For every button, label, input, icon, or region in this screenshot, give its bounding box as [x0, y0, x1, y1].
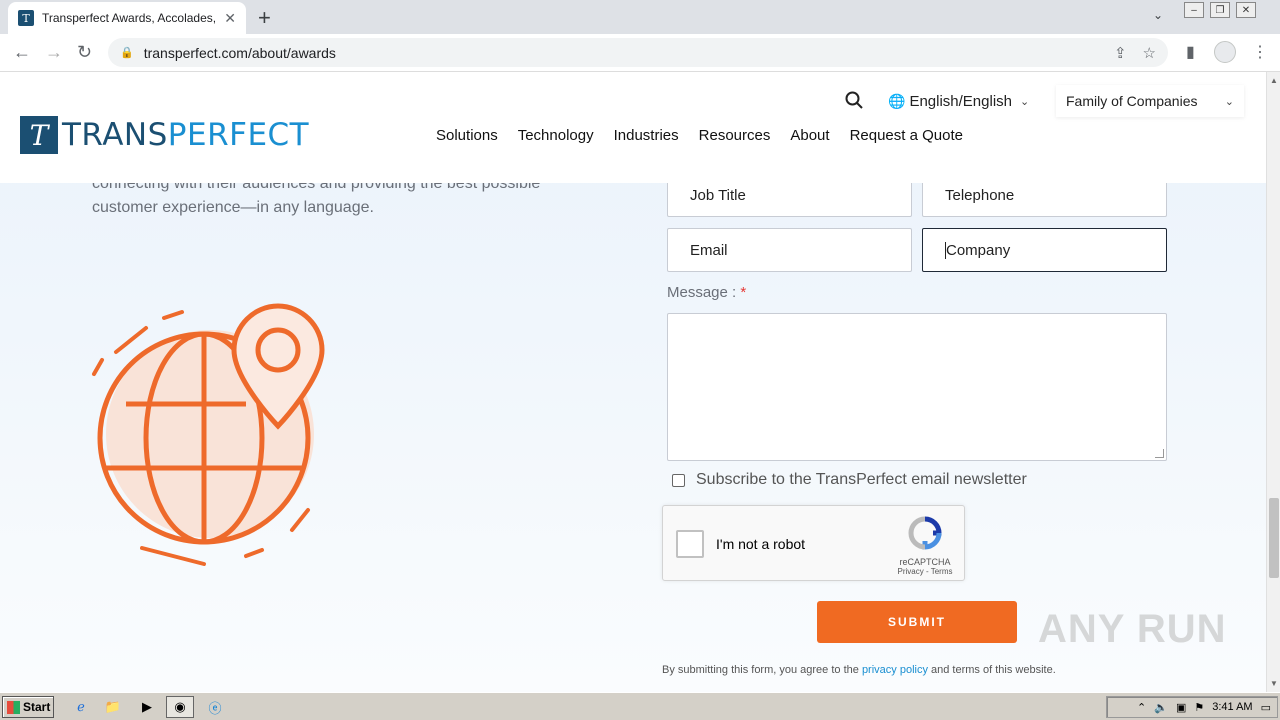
edge-icon[interactable]: ⓔ — [206, 698, 224, 716]
recaptcha-label: I'm not a robot — [716, 536, 806, 552]
email-field[interactable]: Email — [667, 228, 912, 272]
transperfect-logo[interactable]: T TRANSPERFECT — [20, 116, 309, 154]
scroll-down-icon[interactable]: ▼ — [1270, 679, 1278, 688]
chrome-taskbar-icon[interactable]: ◉ — [166, 696, 194, 718]
scroll-thumb[interactable] — [1269, 498, 1279, 578]
window-controls: – ❐ ✕ — [1184, 2, 1256, 18]
tab-strip: T Transperfect Awards, Accolades, an ✕ +… — [0, 0, 1280, 34]
message-textarea[interactable] — [667, 313, 1167, 461]
newsletter-checkbox[interactable] — [672, 473, 685, 487]
recaptcha-widget: I'm not a robot reCAPTCHA Privacy - Term… — [662, 505, 965, 581]
search-icon[interactable] — [845, 91, 863, 109]
company-placeholder: Company — [945, 241, 1011, 259]
start-label: Start — [23, 700, 51, 714]
nav-item-technology[interactable]: Technology — [518, 127, 594, 144]
lock-icon: 🔒 — [120, 47, 134, 59]
recaptcha-links[interactable]: Privacy - Terms — [895, 567, 955, 576]
message-label: Message : * — [667, 284, 747, 301]
system-tray: ⌃ 🔈 ▣ ⚑ 3:41 AM ▭ — [1106, 696, 1278, 718]
tray-arrow-icon[interactable]: ⌃ — [1137, 701, 1146, 714]
share-icon[interactable]: ⇪ — [1114, 44, 1127, 62]
telephone-placeholder: Telephone — [945, 186, 1015, 204]
minimize-icon[interactable]: – — [1184, 2, 1204, 18]
web-page: connecting with their audiences and prov… — [0, 72, 1266, 692]
internet-explorer-icon[interactable]: ℯ — [72, 698, 90, 716]
language-label: English/English — [909, 92, 1012, 110]
language-selector[interactable]: 🌐 English/English ⌄ — [878, 87, 1039, 115]
show-desktop-icon[interactable]: ▭ — [1261, 701, 1271, 714]
site-favicon-icon: T — [18, 10, 34, 26]
tab-close-icon[interactable]: ✕ — [224, 10, 236, 27]
logo-wordmark: TRANSPERFECT — [62, 117, 310, 153]
newsletter-checkbox-row[interactable]: Subscribe to the TransPerfect email news… — [672, 471, 1027, 489]
menu-kebab-icon[interactable]: ⋮ — [1252, 42, 1268, 62]
browser-toolbar: ← → ↻ 🔒 transperfect.com/about/awards ⇪ … — [0, 34, 1280, 72]
job-title-placeholder: Job Title — [690, 186, 746, 204]
file-explorer-icon[interactable]: 📁 — [104, 698, 122, 716]
forward-icon[interactable]: → — [45, 42, 63, 63]
globe-icon: 🌐 — [888, 92, 906, 109]
start-button[interactable]: Start — [2, 696, 54, 718]
window-close-icon[interactable]: ✕ — [1236, 2, 1256, 18]
page-scrollbar[interactable]: ▲ ▼ — [1266, 72, 1280, 692]
newsletter-label: Subscribe to the TransPerfect email news… — [696, 471, 1027, 488]
tab-search-chevron-icon[interactable]: ⌄ — [1153, 8, 1163, 22]
logo-mark-icon: T — [20, 116, 58, 154]
email-placeholder: Email — [690, 241, 728, 259]
submit-button[interactable]: SUBMIT — [817, 601, 1017, 643]
new-tab-icon[interactable]: + — [258, 5, 271, 31]
family-label: Family of Companies — [1066, 93, 1198, 109]
browser-tab[interactable]: T Transperfect Awards, Accolades, an ✕ — [8, 2, 246, 34]
flag-icon[interactable]: ⚑ — [1194, 701, 1204, 714]
volume-icon[interactable]: 🔈 — [1154, 701, 1168, 714]
reload-icon[interactable]: ↻ — [77, 42, 92, 63]
chevron-down-icon: ⌄ — [1020, 95, 1030, 108]
chevron-down-icon: ⌄ — [1224, 95, 1234, 108]
recaptcha-checkbox[interactable] — [676, 530, 704, 558]
anyrun-watermark: ANY RUN — [1038, 607, 1227, 651]
media-player-icon[interactable]: ▶ — [138, 698, 156, 716]
bookmark-star-icon[interactable]: ☆ — [1143, 44, 1156, 62]
form-disclaimer: By submitting this form, you agree to th… — [662, 664, 1056, 676]
nav-item-request-quote[interactable]: Request a Quote — [850, 127, 963, 144]
recaptcha-brand: reCAPTCHA — [899, 557, 951, 567]
side-panel-icon[interactable]: ▮ — [1186, 42, 1195, 62]
company-field[interactable]: Company — [922, 228, 1167, 272]
profile-avatar[interactable] — [1214, 41, 1236, 63]
scroll-up-icon[interactable]: ▲ — [1270, 76, 1278, 85]
family-of-companies-dropdown[interactable]: Family of Companies ⌄ — [1056, 85, 1244, 117]
recaptcha-icon — [908, 516, 942, 550]
required-asterisk: * — [740, 284, 747, 301]
tab-title: Transperfect Awards, Accolades, an — [42, 11, 219, 25]
nav-item-about[interactable]: About — [790, 127, 829, 144]
recaptcha-logo: reCAPTCHA Privacy - Terms — [895, 516, 955, 576]
privacy-policy-link[interactable]: privacy policy — [862, 664, 928, 676]
url-text: transperfect.com/about/awards — [143, 44, 336, 61]
nav-item-resources[interactable]: Resources — [699, 127, 771, 144]
nav-item-solutions[interactable]: Solutions — [436, 127, 498, 144]
windows-taskbar: Start ℯ 📁 ▶ ◉ ⓔ ⌃ 🔈 ▣ ⚑ 3:41 AM ▭ — [0, 692, 1280, 720]
address-bar[interactable]: 🔒 transperfect.com/about/awards ⇪ ☆ — [108, 38, 1168, 67]
main-nav: Solutions Technology Industries Resource… — [436, 127, 963, 144]
clock[interactable]: 3:41 AM — [1212, 701, 1252, 713]
back-icon[interactable]: ← — [13, 42, 31, 63]
windows-logo-icon — [7, 700, 20, 714]
nav-item-industries[interactable]: Industries — [614, 127, 679, 144]
globe-location-illustration — [92, 303, 325, 566]
restore-icon[interactable]: ❐ — [1210, 2, 1230, 18]
site-header: T TRANSPERFECT 🌐 English/English ⌄ Famil… — [0, 72, 1266, 183]
network-icon[interactable]: ▣ — [1176, 701, 1186, 714]
